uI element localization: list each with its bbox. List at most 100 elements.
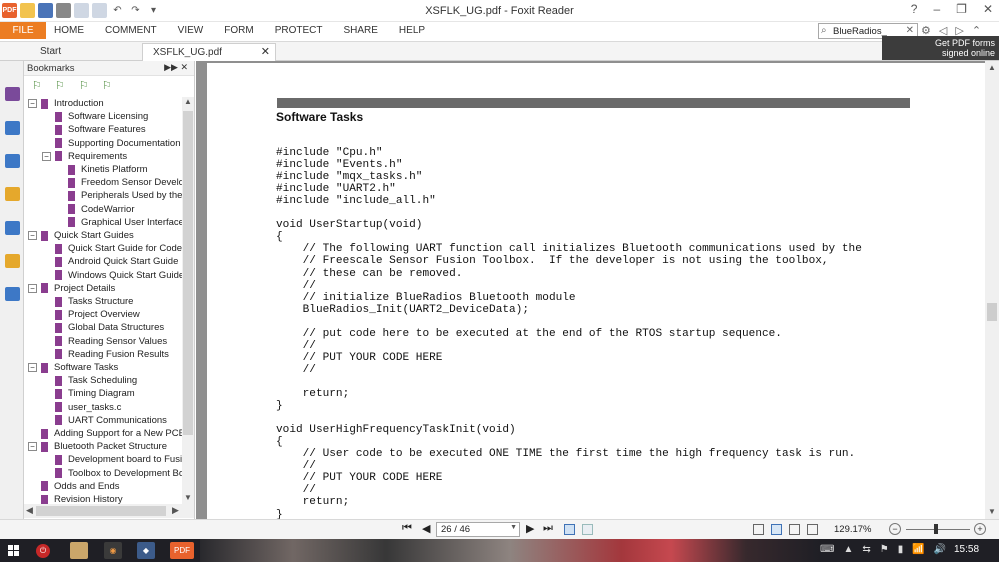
action-center-icon[interactable]: ⚑ xyxy=(880,544,889,555)
bookmark-item[interactable]: Software Features xyxy=(55,123,146,136)
bookmark-item[interactable]: Odds and Ends xyxy=(41,480,120,493)
tab-protect[interactable]: PROTECT xyxy=(275,25,323,36)
close-button[interactable]: ✕ xyxy=(983,2,993,16)
bookmark-item[interactable]: Peripherals Used by the I xyxy=(68,189,182,202)
next-page-button[interactable]: ▶ xyxy=(526,522,534,535)
app-cube-icon[interactable]: ◆ xyxy=(137,542,155,559)
bookmark-item[interactable]: Toolbox to Development Bo xyxy=(55,467,182,480)
export-page-icon[interactable] xyxy=(564,524,575,535)
tab-xsflk-ug[interactable]: XSFLK_UG.pdf ✕ xyxy=(142,43,276,61)
bookmarks-horizontal-scrollbar[interactable]: ◀ ▶ xyxy=(24,504,194,518)
zoom-out-button[interactable]: − xyxy=(889,523,901,535)
tab-share[interactable]: SHARE xyxy=(343,25,377,36)
bookmark-item[interactable]: − Software Tasks xyxy=(28,361,118,374)
chrome-icon[interactable]: ◉ xyxy=(104,542,122,559)
bookmark-item[interactable]: Software Licensing xyxy=(55,110,148,123)
bookmark-item[interactable]: − Bluetooth Packet Structure xyxy=(28,440,167,453)
tab-form[interactable]: FORM xyxy=(224,25,253,36)
scroll-right-icon[interactable]: ▶ xyxy=(172,505,179,516)
tab-help[interactable]: HELP xyxy=(399,25,425,36)
pages-panel-icon[interactable] xyxy=(5,121,20,135)
clock[interactable]: 15:58 xyxy=(954,544,979,555)
bookmark-item[interactable]: Global Data Structures xyxy=(55,321,164,334)
facing-view-icon[interactable] xyxy=(789,524,800,535)
bookmark-item[interactable]: Quick Start Guide for CodeV xyxy=(55,242,182,255)
bookmark-item[interactable]: Graphical User Interface xyxy=(68,216,182,229)
tab-start[interactable]: Start xyxy=(30,43,134,61)
bookmark-item[interactable]: Kinetis Platform xyxy=(68,163,148,176)
file-explorer-icon[interactable] xyxy=(70,542,88,559)
single-page-view-icon[interactable] xyxy=(753,524,764,535)
zoom-level[interactable]: 129.17% xyxy=(834,524,872,535)
bookmark-item[interactable]: Task Scheduling xyxy=(55,374,137,387)
tab-view[interactable]: VIEW xyxy=(178,25,204,36)
power-app-icon[interactable]: ⏻ xyxy=(36,544,50,558)
keyboard-icon[interactable]: ⌨ xyxy=(820,544,834,555)
show-hidden-icons[interactable]: ▲ xyxy=(843,544,853,555)
continuous-facing-view-icon[interactable] xyxy=(807,524,818,535)
bookmark-item[interactable]: Revision History xyxy=(41,493,123,504)
scrollbar-thumb[interactable] xyxy=(987,303,997,321)
windows-start-icon[interactable] xyxy=(8,545,19,556)
bookmark-item[interactable]: Timing Diagram xyxy=(55,387,135,400)
minimize-button[interactable]: – xyxy=(933,2,940,16)
bookmark-item[interactable]: CodeWarrior xyxy=(68,203,135,216)
scroll-down-icon[interactable]: ▼ xyxy=(184,493,192,502)
collapse-icon[interactable]: − xyxy=(28,231,37,240)
layers-panel-icon[interactable] xyxy=(5,154,20,168)
collapse-icon[interactable]: − xyxy=(28,99,37,108)
restore-button[interactable]: ❐ xyxy=(956,2,967,16)
scrollbar-thumb[interactable] xyxy=(36,506,166,516)
collapse-icon[interactable]: − xyxy=(28,442,37,452)
document-vertical-scrollbar[interactable]: ▲ ▼ xyxy=(985,61,999,519)
bookmark-item[interactable]: − Quick Start Guides xyxy=(28,229,134,242)
scroll-up-icon[interactable]: ▲ xyxy=(988,63,996,72)
zoom-slider-handle[interactable] xyxy=(934,524,938,534)
battery-icon[interactable]: ▮ xyxy=(898,544,904,555)
expand-bookmark-icon[interactable]: ⚐ xyxy=(32,79,44,92)
continuous-view-icon[interactable] xyxy=(771,524,782,535)
first-page-button[interactable]: ⏮ xyxy=(402,522,412,535)
bookmark-item[interactable]: Reading Fusion Results xyxy=(55,348,169,361)
bookmark-item[interactable]: UART Communications xyxy=(55,414,167,427)
security-lock-icon[interactable] xyxy=(5,254,20,268)
bookmark-item[interactable]: Supporting Documentation xyxy=(55,137,181,150)
previous-page-button[interactable]: ◀ xyxy=(422,522,430,535)
bookmark-item[interactable]: − Introduction xyxy=(28,97,104,110)
collapse-icon[interactable]: − xyxy=(42,151,51,161)
promo-banner[interactable]: Get PDF forms signed online xyxy=(882,36,999,60)
bookmark-item[interactable]: user_tasks.c xyxy=(55,401,121,414)
network-sync-icon[interactable]: ⇆ xyxy=(862,544,870,555)
bookmarks-vertical-scrollbar[interactable]: ▲ ▼ xyxy=(182,97,194,504)
insert-page-icon[interactable] xyxy=(582,524,593,535)
wifi-icon[interactable]: 📶 xyxy=(912,544,924,555)
zoom-in-button[interactable]: + xyxy=(974,523,986,535)
file-tab[interactable]: FILE xyxy=(0,22,46,39)
tab-comment[interactable]: COMMENT xyxy=(105,25,157,36)
chevron-down-icon[interactable]: ▼ xyxy=(510,524,517,531)
comments-panel-icon[interactable] xyxy=(5,187,20,201)
bookmark-item[interactable]: Reading Sensor Values xyxy=(55,335,167,348)
scrollbar-thumb[interactable] xyxy=(183,111,193,435)
collapse-icon[interactable]: − xyxy=(28,283,37,293)
help-button[interactable]: ? xyxy=(911,2,918,16)
close-tab-icon[interactable]: ✕ xyxy=(261,44,270,61)
page-number-field[interactable]: 26 / 46 ▼ xyxy=(436,522,520,537)
scroll-down-icon[interactable]: ▼ xyxy=(988,507,996,516)
clear-search-icon[interactable]: ✕ xyxy=(906,25,914,36)
volume-icon[interactable]: 🔊 xyxy=(934,544,946,555)
collapse-icon[interactable]: − xyxy=(28,363,37,372)
tab-home[interactable]: HOME xyxy=(54,25,84,36)
attachments-panel-icon[interactable] xyxy=(5,221,20,235)
bookmark-item[interactable]: − Requirements xyxy=(42,150,127,163)
bookmark-item[interactable]: Project Overview xyxy=(55,308,140,321)
zoom-slider[interactable] xyxy=(906,529,970,530)
bookmark-item[interactable]: − Project Details xyxy=(28,282,115,295)
bookmark-panel-icon[interactable] xyxy=(5,87,20,101)
delete-bookmark-icon[interactable]: ⚐ xyxy=(79,79,91,92)
scroll-up-icon[interactable]: ▲ xyxy=(184,97,192,106)
bookmark-item[interactable]: Windows Quick Start Guide xyxy=(55,269,182,282)
document-view[interactable]: Software Tasks #include "Cpu.h" #include … xyxy=(196,61,985,519)
panel-controls[interactable]: ▶▶ ✕ xyxy=(164,62,188,73)
last-page-button[interactable]: ⏭ xyxy=(543,522,553,535)
